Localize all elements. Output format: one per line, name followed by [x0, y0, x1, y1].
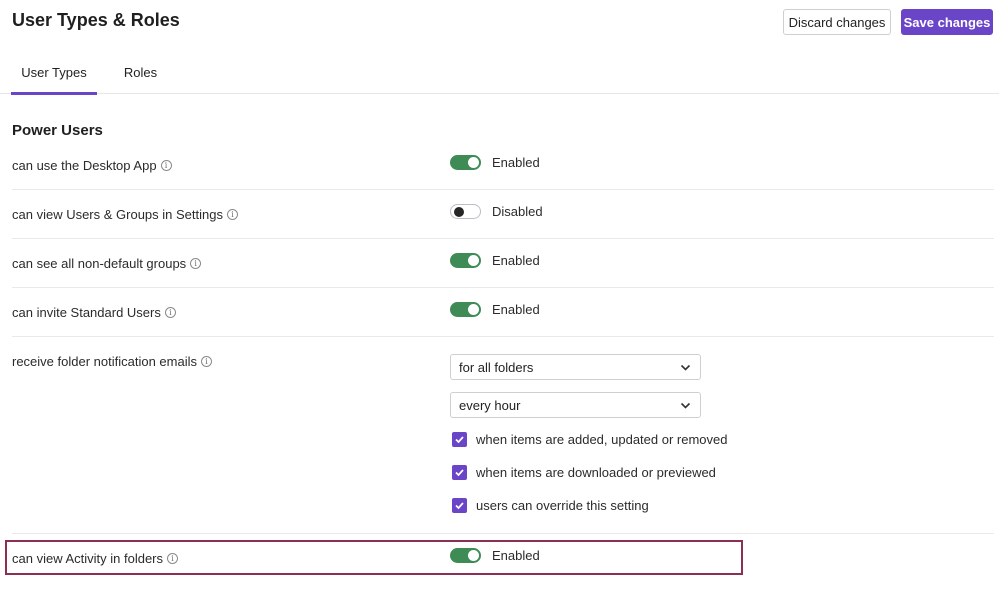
toggle-knob [468, 157, 479, 168]
chevron-down-icon [680, 364, 691, 371]
checkbox-label: users can override this setting [476, 498, 649, 513]
setting-label-text: receive folder notification emails [12, 354, 197, 369]
toggle-control: Enabled [450, 253, 540, 268]
checkmark-icon [455, 502, 464, 510]
toggle-status: Enabled [492, 155, 540, 170]
setting-row-view-users-groups: can view Users & Groups in Settings i Di… [12, 204, 994, 239]
desktop-app-toggle[interactable] [450, 155, 481, 170]
info-icon[interactable]: i [200, 356, 212, 367]
checkmark-icon [455, 469, 464, 477]
info-icon[interactable]: i [164, 307, 176, 318]
setting-label: receive folder notification emails i [12, 354, 212, 369]
select-value: for all folders [459, 359, 534, 375]
toggle-status: Enabled [492, 253, 540, 268]
page-title: User Types & Roles [12, 10, 180, 30]
setting-label: can see all non-default groups i [12, 256, 202, 271]
checkbox[interactable] [452, 498, 467, 513]
user-types-roles-page: User Types & Roles Discard changes Save … [0, 0, 999, 596]
checkbox-items-added[interactable]: when items are added, updated or removed [452, 432, 728, 447]
setting-row-non-default-groups: can see all non-default groups i Enabled [12, 253, 994, 288]
checkbox-label: when items are downloaded or previewed [476, 465, 716, 480]
checkbox[interactable] [452, 432, 467, 447]
setting-label-text: can see all non-default groups [12, 256, 187, 271]
tab-user-types[interactable]: User Types [11, 50, 97, 95]
setting-label: can invite Standard Users i [12, 305, 176, 320]
toggle-knob [468, 255, 479, 266]
toggle-control: Enabled [450, 302, 540, 317]
setting-label-text: can use the Desktop App [12, 158, 157, 173]
discard-changes-button[interactable]: Discard changes [783, 9, 891, 35]
folder-scope-select[interactable]: for all folders [450, 354, 701, 380]
section-title: Power Users [12, 122, 103, 139]
frequency-select[interactable]: every hour [450, 392, 701, 418]
save-changes-button[interactable]: Save changes [901, 9, 993, 35]
highlight-box [5, 540, 743, 575]
toggle-knob [454, 206, 464, 217]
toggle-status: Disabled [492, 204, 543, 219]
toggle-status: Enabled [492, 302, 540, 317]
toggle-control: Enabled [450, 155, 540, 170]
checkbox-label: when items are added, updated or removed [476, 432, 728, 447]
tab-roles[interactable]: Roles [113, 50, 168, 94]
setting-row-notification-emails: receive folder notification emails i for… [12, 354, 994, 534]
setting-label: can view Users & Groups in Settings i [12, 207, 238, 222]
select-value: every hour [459, 397, 521, 413]
view-users-groups-toggle[interactable] [450, 204, 481, 219]
checkbox-items-downloaded[interactable]: when items are downloaded or previewed [452, 465, 716, 480]
invite-standard-users-toggle[interactable] [450, 302, 481, 317]
setting-row-invite-standard-users: can invite Standard Users i Enabled [12, 302, 994, 337]
chevron-down-icon [680, 402, 691, 409]
setting-label: can use the Desktop App i [12, 158, 172, 173]
setting-row-desktop-app: can use the Desktop App i Enabled [12, 155, 994, 190]
setting-label-text: can invite Standard Users [12, 305, 161, 320]
checkmark-icon [455, 436, 464, 444]
info-icon[interactable]: i [226, 209, 238, 220]
checkbox-users-override[interactable]: users can override this setting [452, 498, 649, 513]
tab-bar: User Types Roles [0, 50, 999, 95]
toggle-knob [468, 304, 479, 315]
info-icon[interactable]: i [160, 160, 172, 171]
checkbox[interactable] [452, 465, 467, 480]
non-default-groups-toggle[interactable] [450, 253, 481, 268]
setting-label-text: can view Users & Groups in Settings [12, 207, 223, 222]
info-icon[interactable]: i [190, 258, 202, 269]
toggle-control: Disabled [450, 204, 543, 219]
